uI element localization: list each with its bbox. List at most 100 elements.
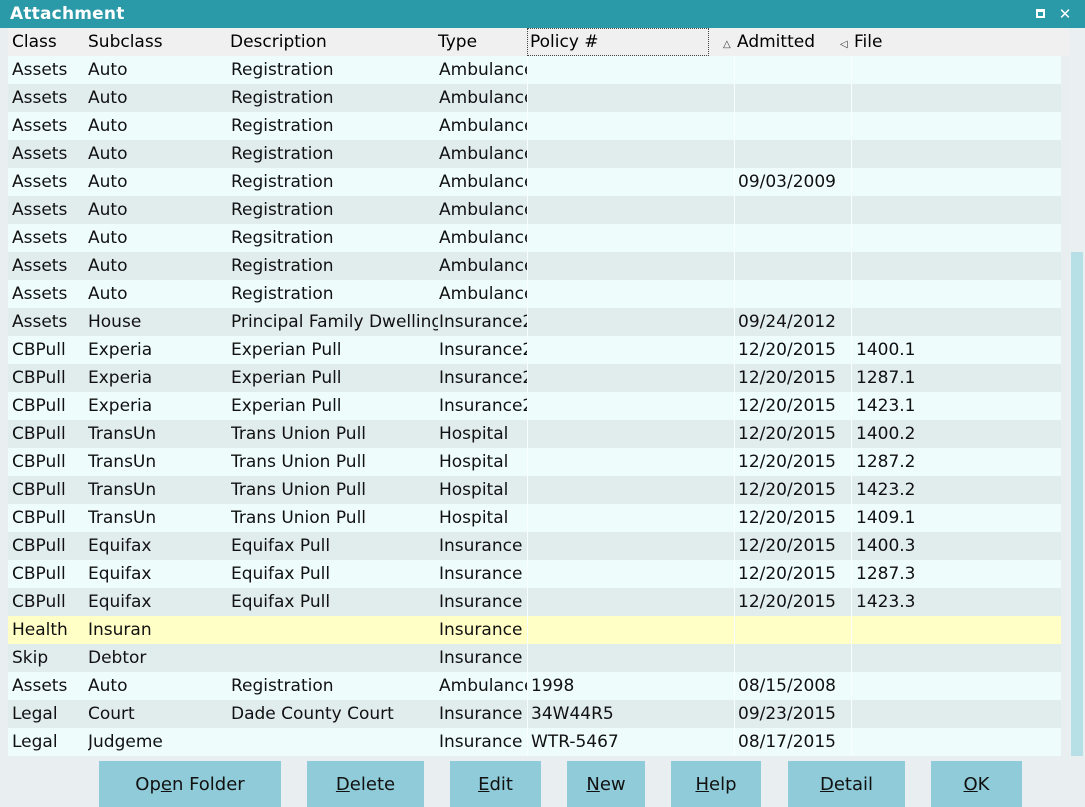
column-separator <box>734 644 735 672</box>
column-separator <box>851 196 852 224</box>
cell-class: Assets <box>12 116 68 136</box>
cell-policy <box>531 112 731 140</box>
detail-button[interactable]: Detail <box>788 761 905 807</box>
cell-type: Ambulance <box>439 144 527 164</box>
cell-file <box>856 112 1016 140</box>
table-row[interactable]: Legal Court Dade County Court Insurance 34W4… <box>8 700 1061 728</box>
cell-type: Ambulance <box>439 676 527 696</box>
cell-file <box>856 168 1016 196</box>
column-separator <box>527 616 528 644</box>
maximize-icon[interactable] <box>1032 5 1048 23</box>
cell-description: Dade County Court <box>231 704 394 724</box>
cell-subclass: Auto <box>88 172 128 192</box>
cell-description: Regsitration <box>231 228 334 248</box>
sort-ascending-icon[interactable]: △ <box>723 39 731 50</box>
table-row[interactable]: Assets Auto Registration Ambulance <box>8 252 1061 280</box>
new-button[interactable]: New <box>567 761 645 807</box>
table-row[interactable]: CBPull Experia Experian Pull Insurance2 12/2… <box>8 336 1061 364</box>
column-separator <box>527 560 528 588</box>
table-row[interactable]: CBPull Experia Experian Pull Insurance2 12/2… <box>8 392 1061 420</box>
cell-file <box>856 280 1016 308</box>
ok-button[interactable]: OK <box>931 761 1022 807</box>
column-separator <box>527 728 528 756</box>
table-row[interactable]: Assets Auto Registration Ambulance <box>8 280 1061 308</box>
column-separator <box>734 280 735 308</box>
delete-button[interactable]: Delete <box>307 761 424 807</box>
table-row[interactable]: CBPull TransUn Trans Union Pull Hospital 12/… <box>8 476 1061 504</box>
cell-policy <box>531 616 731 644</box>
open-folder-button-label-post: n Folder <box>171 774 245 795</box>
cell-description: Trans Union Pull <box>231 424 367 444</box>
cell-class: CBPull <box>12 396 66 416</box>
detail-button-label-acc: D <box>819 774 834 795</box>
cell-policy <box>531 476 731 504</box>
column-header-subclass[interactable]: Subclass <box>88 28 163 56</box>
cell-type: Insurance <box>439 704 523 724</box>
table-row[interactable]: Assets Auto Registration Ambulance <box>8 112 1061 140</box>
help-button[interactable]: Help <box>671 761 761 807</box>
cell-policy <box>531 224 731 252</box>
cell-admitted: 12/20/2015 <box>738 452 836 472</box>
column-header-class[interactable]: Class <box>12 28 57 56</box>
cell-description: Registration <box>231 172 334 192</box>
table-row[interactable]: Skip Debtor Insurance <box>8 644 1061 672</box>
table-row[interactable]: Assets Auto Registration Ambulance 1998 08/15… <box>8 672 1061 700</box>
edit-button[interactable]: Edit <box>450 761 541 807</box>
cell-type: Insurance2 <box>439 312 527 332</box>
cell-subclass: Auto <box>88 88 128 108</box>
cell-subclass: Experia <box>88 340 153 360</box>
cell-admitted: 12/20/2015 <box>738 564 836 584</box>
cell-class: CBPull <box>12 452 66 472</box>
column-separator <box>527 448 528 476</box>
cell-admitted: 12/20/2015 <box>738 592 836 612</box>
table-row[interactable]: Assets Auto Regsitration Ambulance <box>8 224 1061 252</box>
sort-indicator-icon[interactable]: ◁ <box>840 39 848 50</box>
vertical-scrollbar[interactable] <box>1070 28 1085 756</box>
cell-class: Skip <box>12 648 49 668</box>
column-separator <box>527 168 528 196</box>
cell-admitted <box>738 280 850 308</box>
cell-policy <box>531 504 731 532</box>
column-header-description[interactable]: Description <box>230 28 327 56</box>
table-row[interactable]: Assets Auto Registration Ambulance <box>8 56 1061 84</box>
cell-file <box>856 84 1016 112</box>
cell-subclass: Debtor <box>88 648 147 668</box>
table-row[interactable]: CBPull TransUn Trans Union Pull Hospital 12/… <box>8 504 1061 532</box>
table-row[interactable]: CBPull Equifax Equifax Pull Insurance 12/20/… <box>8 532 1061 560</box>
table-row[interactable]: CBPull Equifax Equifax Pull Insurance 12/20/… <box>8 560 1061 588</box>
table-row[interactable]: CBPull TransUn Trans Union Pull Hospital 12/… <box>8 448 1061 476</box>
column-separator <box>734 672 735 700</box>
table-row[interactable]: Legal Judgeme Insurance WTR-5467 08/17/2015 <box>8 728 1061 756</box>
table-row[interactable]: CBPull Experia Experian Pull Insurance2 12/2… <box>8 364 1061 392</box>
table-row[interactable]: CBPull TransUn Trans Union Pull Hospital 12/… <box>8 420 1061 448</box>
column-header-file[interactable]: File <box>854 28 882 56</box>
cell-type: Hospital <box>439 452 509 472</box>
cell-file <box>856 672 1016 700</box>
table-row[interactable]: Assets Auto Registration Ambulance <box>8 140 1061 168</box>
attachment-table: Class Subclass Description Type Policy #… <box>8 28 1070 756</box>
column-header-policy[interactable]: Policy # <box>527 28 709 56</box>
cell-admitted: 12/20/2015 <box>738 536 836 556</box>
scrollbar-thumb[interactable] <box>1071 252 1083 756</box>
close-icon[interactable]: ✕ <box>1057 5 1073 23</box>
title-bar[interactable]: Attachment ✕ <box>0 0 1085 28</box>
column-separator <box>527 252 528 280</box>
table-row[interactable]: Assets Auto Registration Ambulance 09/03/200… <box>8 168 1061 196</box>
cell-description: Trans Union Pull <box>231 452 367 472</box>
table-row[interactable]: Assets House Principal Family Dwelling Insu… <box>8 308 1061 336</box>
table-row[interactable]: Health Insuran Insurance <box>8 616 1061 644</box>
cell-class: CBPull <box>12 340 66 360</box>
column-separator <box>851 672 852 700</box>
cell-admitted: 09/23/2015 <box>738 704 836 724</box>
table-row[interactable]: CBPull Equifax Equifax Pull Insurance 12/20/… <box>8 588 1061 616</box>
column-separator <box>734 700 735 728</box>
open-folder-button[interactable]: Open Folder <box>99 761 281 807</box>
cell-subclass: TransUn <box>88 508 157 528</box>
cell-type: Insurance <box>439 592 523 612</box>
column-header-type[interactable]: Type <box>438 28 477 56</box>
column-header-admitted[interactable]: Admitted <box>737 28 815 56</box>
cell-policy: WTR-5467 <box>531 732 619 752</box>
table-row[interactable]: Assets Auto Registration Ambulance <box>8 196 1061 224</box>
table-row[interactable]: Assets Auto Registration Ambulance <box>8 84 1061 112</box>
cell-type: Insurance <box>439 732 523 752</box>
